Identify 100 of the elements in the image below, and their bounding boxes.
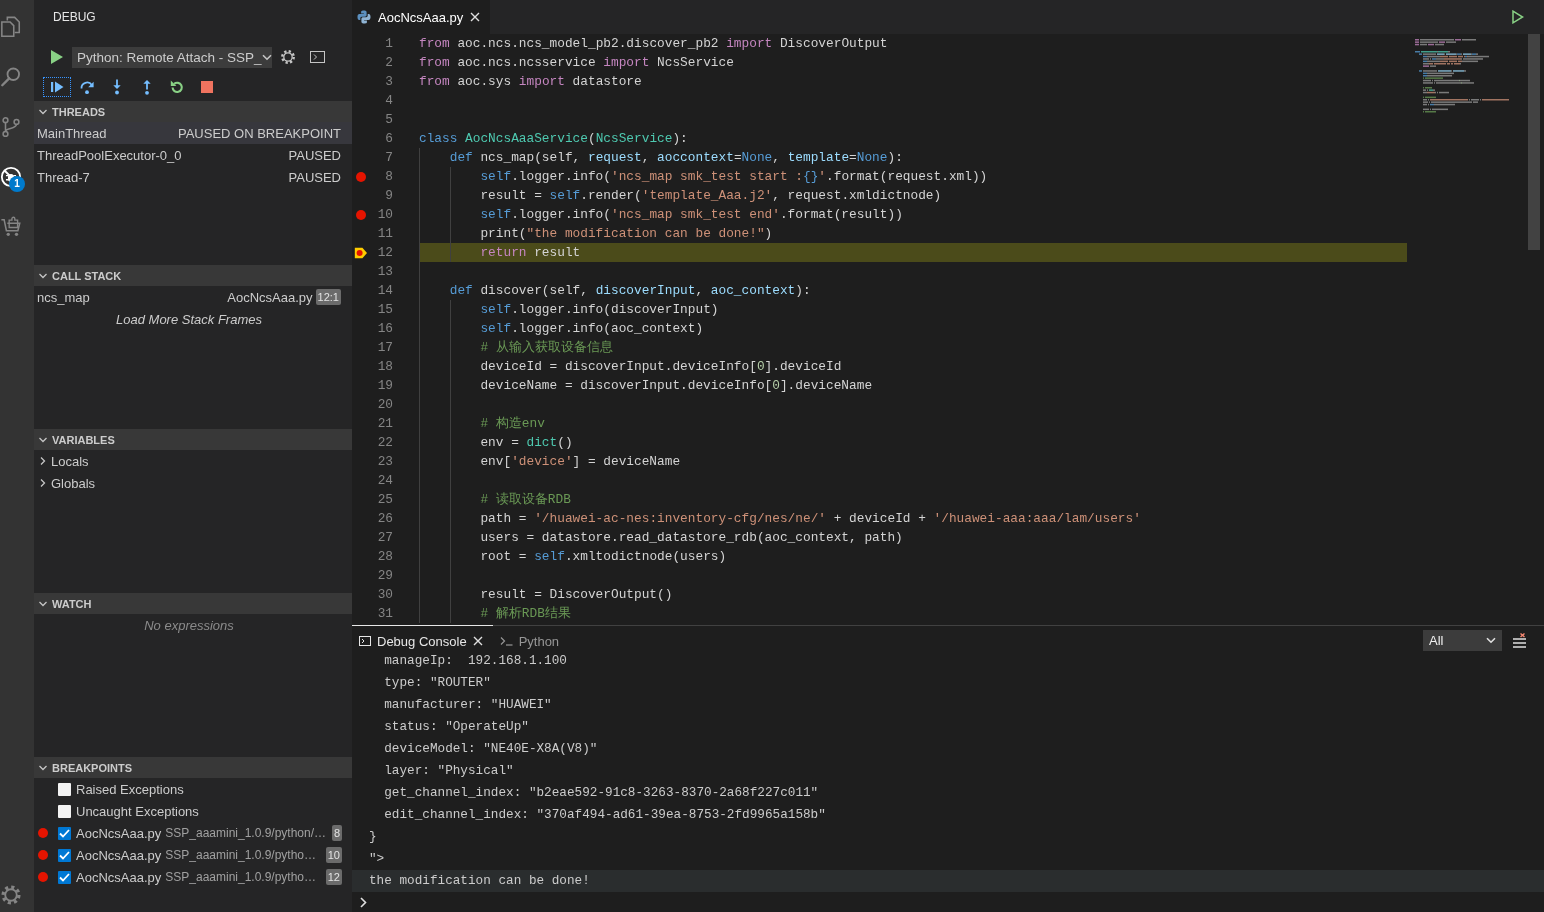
search-icon[interactable] [0, 66, 22, 88]
line-number: 21 [377, 416, 393, 431]
panel-tab[interactable]: Debug Console [352, 625, 493, 650]
section-header[interactable]: BREAKPOINTS [34, 757, 352, 778]
console-output-line: the modification can be done! [369, 872, 590, 890]
checkbox[interactable] [58, 848, 71, 862]
line-number: 15 [377, 302, 393, 317]
console-filter-select[interactable]: All [1423, 629, 1502, 651]
code-line: self.logger.info('ncs_map smk_test end'.format(result)) [480, 206, 903, 224]
line-number: 6 [385, 131, 393, 146]
stop-icon [199, 79, 215, 95]
code-line: # 解析RDB结果 [480, 605, 571, 623]
line-number: 8 [385, 169, 393, 184]
code-line: env = dict() [480, 434, 573, 452]
files-icon[interactable] [0, 16, 22, 38]
settings-icon[interactable] [280, 49, 296, 65]
python-file-icon [357, 10, 371, 24]
chevron-down-icon [1486, 636, 1496, 644]
breakpoint-label: AocNcsAaa.py [76, 869, 162, 885]
line-number: 31 [377, 606, 393, 621]
line-number: 13 [377, 264, 393, 279]
line-number: 16 [377, 321, 393, 336]
code-line: # 从输入获取设备信息 [480, 339, 613, 357]
close-icon[interactable] [470, 12, 481, 22]
load-more-link[interactable]: Load More Stack Frames [116, 311, 262, 327]
line-number: 14 [377, 283, 393, 298]
play-icon[interactable] [51, 50, 63, 64]
code-line: result = self.render('template_Aaa.j2', request.xmldictnode) [480, 187, 942, 205]
tree-item[interactable]: Locals [38, 453, 89, 469]
scrollbar-thumb[interactable] [1528, 34, 1540, 250]
line-number: 26 [377, 511, 393, 526]
line-number: 22 [377, 435, 393, 450]
restart-icon [169, 79, 185, 95]
checkbox[interactable] [58, 826, 71, 840]
line-number: 5 [385, 112, 393, 127]
prompt-chevron-icon [360, 896, 367, 908]
code-line: self.logger.info(discoverInput) [480, 301, 719, 319]
continue-button[interactable] [43, 77, 71, 97]
console-output-line: manufacturer: "HUAWEI" [384, 696, 552, 714]
thread-item[interactable]: Thread-7 PAUSED [34, 166, 352, 188]
line-number: 25 [377, 492, 393, 507]
checkbox[interactable] [58, 782, 71, 796]
line-number: 30 [377, 587, 393, 602]
section-header[interactable]: VARIABLES [34, 429, 352, 450]
line-number: 28 [377, 549, 393, 564]
console-output-line: layer: "Physical" [384, 762, 514, 780]
code-line: return result [480, 244, 581, 262]
thread-name: ThreadPoolExecutor-0_0 [37, 147, 182, 163]
checkbox[interactable] [58, 870, 71, 884]
console-output-line: status: "OperateUp" [384, 718, 529, 736]
section-header[interactable]: CALL STACK [34, 265, 352, 286]
source-control-icon[interactable] [0, 116, 22, 138]
code-line: result = DiscoverOutput() [480, 586, 673, 604]
checkmark-icon [59, 828, 70, 838]
position-badge: 12:1 [315, 289, 341, 305]
stack-frame-name[interactable]: ncs_map [37, 289, 90, 305]
run-icon[interactable] [1512, 10, 1524, 24]
code-line: def discover(self, discoverInput, aoc_context): [449, 282, 811, 300]
empty-message: No expressions [144, 617, 234, 633]
code-line: self.logger.info('ncs_map smk_test start :{}'.format(request.xml)) [480, 168, 988, 186]
thread-status: PAUSED [288, 169, 341, 185]
thread-status: PAUSED [288, 147, 341, 163]
console-output-line: } [369, 828, 377, 846]
breakpoint-icon [38, 872, 48, 882]
code-line: self.logger.info(aoc_context) [480, 320, 704, 338]
code-line: print("the modification can be done!") [480, 225, 773, 243]
code-line: from aoc.ncs.ncsservice import NcsService [419, 54, 734, 72]
console-output-line: manageIp: 192.168.1.100 [384, 652, 567, 670]
console-output-line: type: "ROUTER" [384, 674, 491, 692]
line-number: 20 [377, 397, 393, 412]
panel-tab[interactable]: Python [492, 625, 570, 650]
line-number: 17 [377, 340, 393, 355]
breakpoint-icon [38, 850, 48, 860]
launch-config-select[interactable]: Python: Remote Attach - SSP_ [72, 46, 272, 68]
tree-item[interactable]: Globals [38, 475, 96, 491]
line-number: 11 [377, 226, 393, 241]
sidebar-title: DEBUG [53, 10, 96, 24]
console-icon[interactable] [310, 51, 325, 63]
line-number: 24 [377, 473, 393, 488]
line-number-badge: 12 [325, 869, 342, 885]
close-icon[interactable] [472, 636, 483, 646]
code-line: from aoc.sys import datastore [419, 73, 642, 91]
editor-tab[interactable]: AocNcsAaa.py [352, 0, 491, 34]
console-output-line: deviceModel: "NE40E-X8A(V8)" [384, 740, 598, 758]
console-icon [359, 636, 371, 646]
clear-console-icon[interactable] [1512, 632, 1527, 648]
section-header[interactable]: WATCH [34, 593, 352, 614]
extensions-icon[interactable] [0, 216, 22, 238]
line-number: 29 [377, 568, 393, 583]
thread-item[interactable]: ThreadPoolExecutor-0_0 PAUSED [34, 144, 352, 166]
stack-frame-file: AocNcsAaa.py [227, 289, 313, 305]
line-number: 7 [385, 150, 393, 165]
checkbox[interactable] [58, 804, 71, 818]
line-number-badge: 8 [331, 825, 342, 841]
console-output-line: get_channel_index: "b2eae592-91c8-3263-8370-2a68f227c011" [384, 784, 819, 802]
thread-status: PAUSED ON BREAKPOINT [178, 125, 341, 141]
breakpoint-path: SSP_aaamini_1.0.9/pytho… [165, 848, 317, 862]
section-header[interactable]: THREADS [34, 101, 352, 122]
thread-item[interactable]: MainThread PAUSED ON BREAKPOINT [34, 122, 352, 144]
line-number: 1 [385, 36, 393, 51]
